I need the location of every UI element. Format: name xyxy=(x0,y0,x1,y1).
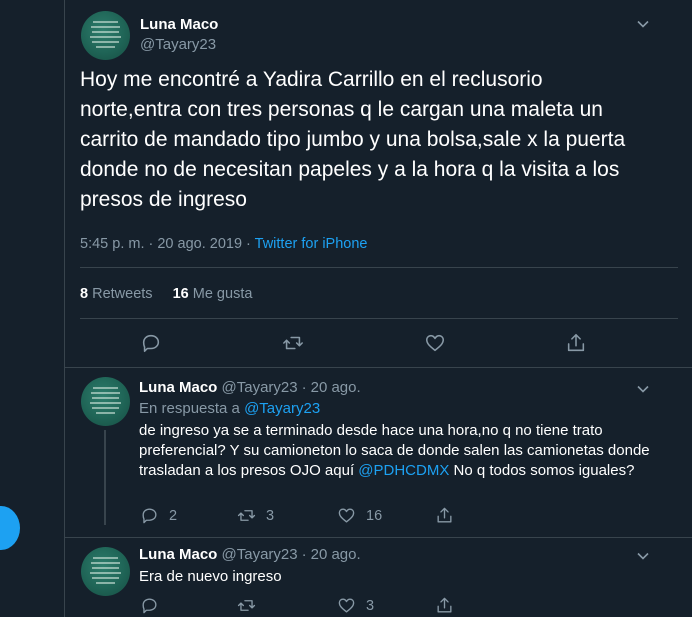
reply-date[interactable]: 20 ago. xyxy=(311,546,361,563)
tweet-thread-column: Luna Maco @Tayary23 Hoy me encontré a Ya… xyxy=(64,0,692,617)
reply-header: Luna Maco @Tayary23 · 20 ago. xyxy=(139,379,361,396)
author-handle[interactable]: @Tayary23 xyxy=(140,36,216,53)
like-button[interactable]: 16 xyxy=(337,506,382,525)
tweet-meta: 5:45 p. m. · 20 ago. 2019 · Twitter for … xyxy=(80,236,367,252)
replying-to: En respuesta a @Tayary23 xyxy=(139,400,320,417)
avatar[interactable] xyxy=(81,11,130,60)
likes-count: 16 xyxy=(172,286,189,302)
reply-count: 2 xyxy=(169,507,178,524)
share-icon xyxy=(437,507,452,523)
reply-text: Era de nuevo ingreso xyxy=(139,568,282,585)
like-button[interactable]: 3 xyxy=(337,596,374,615)
like-count: 3 xyxy=(366,597,375,614)
like-icon xyxy=(425,334,445,352)
retweet-button[interactable] xyxy=(237,596,266,615)
share-button[interactable] xyxy=(435,506,464,525)
like-icon xyxy=(338,598,355,613)
author-handle[interactable]: @Tayary23 xyxy=(222,546,298,563)
share-icon xyxy=(567,333,585,352)
reply-button[interactable] xyxy=(140,332,164,356)
reply-icon xyxy=(142,334,160,353)
retweets-label: Retweets xyxy=(92,286,153,302)
tweet-stats: 8 Retweets 16 Me gusta xyxy=(80,286,252,302)
retweet-button[interactable]: 3 xyxy=(237,506,274,525)
reply-icon xyxy=(142,508,157,524)
retweet-icon xyxy=(237,600,256,611)
thread-line xyxy=(104,430,106,525)
reply-text-tail: No q todos somos iguales? xyxy=(449,462,635,479)
mention-link[interactable]: @PDHCDMX xyxy=(358,462,449,479)
compose-fab-button[interactable] xyxy=(0,506,20,550)
author-name[interactable]: Luna Maco xyxy=(139,546,217,563)
reply-date[interactable]: 20 ago. xyxy=(311,379,361,396)
divider xyxy=(80,318,678,319)
chevron-down-icon[interactable] xyxy=(637,549,649,561)
tweet-text: Hoy me encontré a Yadira Carrillo en el … xyxy=(80,68,626,211)
divider xyxy=(80,267,678,268)
retweets-count: 8 xyxy=(80,286,89,302)
reply-button[interactable] xyxy=(140,596,169,615)
retweet-icon xyxy=(283,336,303,350)
like-icon xyxy=(338,508,355,523)
retweet-count: 3 xyxy=(266,507,275,524)
reply-text: de ingreso ya se a terminado desde hace … xyxy=(139,421,659,481)
likes-stat[interactable]: 16 Me gusta xyxy=(173,286,253,302)
tweet-separator xyxy=(65,367,692,368)
tweet-separator xyxy=(65,537,692,538)
meta-separator: · xyxy=(242,236,255,252)
author-name[interactable]: Luna Maco xyxy=(139,379,217,396)
retweets-stat[interactable]: 8 Retweets xyxy=(80,286,153,302)
likes-label: Me gusta xyxy=(192,286,253,302)
replying-to-link[interactable]: @Tayary23 xyxy=(244,400,320,417)
share-icon xyxy=(437,597,452,613)
share-button[interactable] xyxy=(565,332,589,356)
tweet-timestamp[interactable]: 5:45 p. m. · 20 ago. 2019 xyxy=(80,236,242,252)
replying-prefix: En respuesta a xyxy=(139,400,240,417)
reply-button[interactable]: 2 xyxy=(140,506,177,525)
share-button[interactable] xyxy=(435,596,464,615)
author-name[interactable]: Luna Maco xyxy=(140,16,218,33)
chevron-down-icon[interactable] xyxy=(637,382,649,394)
reply-icon xyxy=(142,598,157,614)
retweet-icon xyxy=(237,510,256,521)
avatar[interactable] xyxy=(81,377,130,426)
tweet-source-link[interactable]: Twitter for iPhone xyxy=(255,236,368,252)
author-handle[interactable]: @Tayary23 xyxy=(222,379,298,396)
chevron-down-icon[interactable] xyxy=(637,17,649,29)
retweet-button[interactable] xyxy=(282,332,306,356)
like-count: 16 xyxy=(366,507,383,524)
like-button[interactable] xyxy=(424,332,448,356)
avatar[interactable] xyxy=(81,547,130,596)
reply-header: Luna Maco @Tayary23 · 20 ago. xyxy=(139,546,361,563)
